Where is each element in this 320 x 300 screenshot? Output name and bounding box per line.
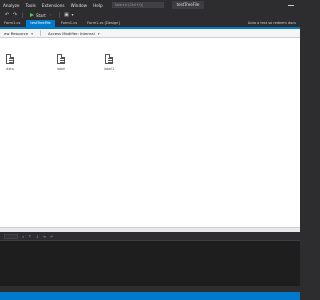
file-icon (6, 54, 14, 64)
open-icon[interactable]: ▾ (72, 12, 80, 18)
menu-bar: Analyze Tools Extensions Window Help Sea… (0, 0, 300, 10)
file-icon (105, 54, 113, 64)
main-toolbar: ↶ ↷ Start ▾ ▣ ▾ (0, 10, 300, 20)
save-icon[interactable]: ▣ (64, 12, 70, 18)
resource-item[interactable]: label (50, 54, 72, 71)
play-icon (30, 13, 34, 17)
resource-label: label (56, 67, 66, 71)
notification-text[interactable]: Auto a test so redeem docs (244, 20, 300, 27)
toolbar-divider (40, 30, 42, 36)
document-tabs: Form1.cs testTreeFile Form1.cs Form1.cs … (0, 20, 300, 29)
resource-label: data (6, 67, 14, 71)
output-panel-toolbar: ⌕ ↑ ↓ ≡ ↵ (0, 232, 300, 241)
solution-name: testTreeFile (171, 1, 205, 9)
undo-icon[interactable]: ↶ (4, 12, 10, 18)
start-label: Start (36, 12, 46, 18)
menu-tools[interactable]: Tools (23, 3, 39, 8)
resource-designer-toolbar: ew Resource ▾ Access Modifier: Internal … (0, 29, 300, 38)
status-bar (0, 292, 300, 300)
tab-form1-cs-2[interactable]: Form1.cs (57, 20, 81, 27)
access-modifier-label: Access Modifier: Internal (48, 30, 95, 36)
tab-testtreefile[interactable]: testTreeFile (26, 20, 55, 27)
output-panel[interactable] (0, 241, 300, 286)
access-modifier-dropdown[interactable]: Access Modifier: Internal ▾ (44, 31, 104, 36)
chevron-down-icon: ▾ (31, 31, 34, 36)
menu-window[interactable]: Window (68, 3, 91, 8)
minimize-icon[interactable] (288, 4, 294, 6)
clear-icon[interactable]: ≡ (43, 234, 46, 239)
chevron-down-icon: ▾ (49, 13, 52, 17)
chevron-down-icon: ▾ (97, 31, 100, 36)
toolbar-divider (58, 12, 60, 18)
toolbar-divider (22, 12, 23, 18)
tab-form1-cs[interactable]: Form1.cs (0, 20, 24, 27)
tab-form1-design[interactable]: Form1.cs [Design] (83, 20, 124, 27)
resource-item[interactable]: data (0, 54, 21, 71)
resource-designer-surface: data label label1 (0, 38, 300, 227)
menu-analyze[interactable]: Analyze (0, 3, 23, 8)
add-resource-button[interactable]: ew Resource ▾ (0, 31, 37, 36)
start-button[interactable]: Start ▾ (27, 12, 55, 19)
menu-help[interactable]: Help (90, 3, 106, 8)
output-source-dropdown[interactable] (4, 233, 18, 239)
redo-icon[interactable]: ↷ (12, 12, 18, 18)
resource-label: label1 (103, 67, 115, 71)
find-icon[interactable]: ⌕ (22, 234, 24, 239)
up-icon[interactable]: ↑ (28, 234, 31, 239)
file-icon (57, 54, 65, 64)
search-input[interactable]: Search (Ctrl+Q) (111, 2, 164, 8)
resource-item[interactable]: label1 (98, 54, 120, 71)
down-icon[interactable]: ↓ (36, 234, 39, 239)
add-resource-label: ew Resource (4, 30, 29, 36)
menu-extensions[interactable]: Extensions (39, 3, 68, 8)
wrap-icon[interactable]: ↵ (50, 234, 53, 239)
